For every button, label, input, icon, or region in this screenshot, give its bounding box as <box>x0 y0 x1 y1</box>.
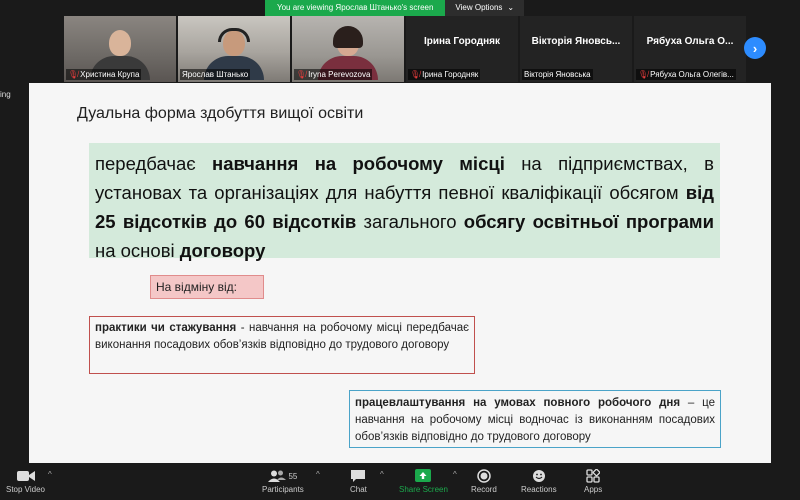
definition-bold: навчання на робочому місці <box>212 153 505 174</box>
screen-share-banner: You are viewing Ярослав Штанько's screen… <box>265 0 525 16</box>
reactions-button[interactable]: Reactions <box>521 467 557 494</box>
participant-strip: 🎙︎̸ Христина Крупа Ярослав Штанько 🎙︎̸ I… <box>64 16 748 82</box>
definition-bold: обсягу освітньої програми <box>463 211 714 232</box>
participant-tile-name: Рябуха Ольга О... <box>646 35 734 47</box>
participant-name-label: 🎙︎̸ Iryna Perevozova <box>294 69 373 80</box>
mic-muted-icon: 🎙︎̸ <box>296 70 307 79</box>
difference-label-box: На відміну від: <box>150 275 264 299</box>
participant-name-label: 🎙︎̸ Рябуха Ольга Олегів... <box>636 69 736 80</box>
participant-name: Христина Крупа <box>80 70 140 79</box>
shared-screen-slide: Дуальна форма здобуття вищої освіти пере… <box>29 83 771 463</box>
next-page-button[interactable]: › <box>744 37 766 59</box>
video-camera-icon <box>16 467 35 485</box>
internship-term: практики чи стажування <box>95 322 237 334</box>
participant-tile[interactable]: Рябуха Ольга О... 🎙︎̸ Рябуха Ольга Олегі… <box>634 16 746 82</box>
participant-name-label: 🎙︎̸ Ірина Городняк <box>408 69 481 80</box>
participant-tile[interactable]: 🎙︎̸ Iryna Perevozova <box>292 16 404 82</box>
definition-text: передбачає <box>95 153 213 174</box>
internship-box: практики чи стажування - навчання на роб… <box>89 316 475 374</box>
chat-label: Chat <box>350 485 367 494</box>
share-screen-label: Share Screen <box>399 485 448 494</box>
mic-muted-icon: 🎙︎̸ <box>638 70 649 79</box>
definition-text: на основі <box>95 240 180 261</box>
person-face <box>109 30 131 56</box>
video-options-caret-icon[interactable]: ^ <box>48 470 52 479</box>
record-icon <box>477 467 491 485</box>
apps-button[interactable]: Apps <box>584 467 602 494</box>
participant-tile-active-speaker[interactable]: Ярослав Штанько <box>178 16 290 82</box>
chat-button[interactable]: Chat <box>350 467 367 494</box>
participant-name: Рябуха Ольга Олегів... <box>650 70 734 79</box>
apps-icon <box>586 467 601 485</box>
share-screen-icon <box>415 467 432 485</box>
chat-bubble-icon <box>350 467 366 485</box>
participant-tile-name: Вікторія Яновсь... <box>531 35 621 47</box>
record-button[interactable]: Record <box>471 467 497 494</box>
chat-options-caret-icon[interactable]: ^ <box>380 470 384 479</box>
reactions-icon <box>532 467 546 485</box>
participant-tile[interactable]: Ірина Городняк 🎙︎̸ Ірина Городняк <box>406 16 518 82</box>
participants-button[interactable]: 55 Participants <box>262 467 304 494</box>
participants-label: Participants <box>262 485 304 494</box>
zoom-window: You are viewing Ярослав Штанько's screen… <box>0 0 800 500</box>
participant-tile[interactable]: 🎙︎̸ Христина Крупа <box>64 16 176 82</box>
participants-count: 55 <box>288 471 298 481</box>
share-options-caret-icon[interactable]: ^ <box>453 470 457 479</box>
participant-tile[interactable]: Вікторія Яновсь... Вікторія Яновська <box>520 16 632 82</box>
side-panel-text: ing <box>0 90 11 99</box>
viewing-notice: You are viewing Ярослав Штанько's screen <box>265 0 446 16</box>
record-label: Record <box>471 485 497 494</box>
reactions-label: Reactions <box>521 485 557 494</box>
mic-muted-icon: 🎙︎̸ <box>410 70 421 79</box>
participant-name-label: Ярослав Штанько <box>180 69 251 80</box>
person-hair <box>333 26 363 48</box>
participants-icon: 55 <box>268 467 297 485</box>
view-options-button[interactable]: View Options ⌄ <box>445 0 525 16</box>
employment-term: працевлаштування на умовах повного робоч… <box>355 397 681 409</box>
chevron-down-icon: ⌄ <box>507 3 515 12</box>
participant-tile-name: Ірина Городняк <box>423 35 500 47</box>
chevron-right-icon: › <box>752 40 758 56</box>
view-options-label: View Options <box>455 3 503 12</box>
participant-name: Ярослав Штанько <box>182 70 249 79</box>
participant-name: Ірина Городняк <box>422 70 479 79</box>
stop-video-label: Stop Video <box>6 485 45 494</box>
mic-muted-icon: 🎙︎̸ <box>68 70 79 79</box>
participant-name: Вікторія Яновська <box>524 70 591 79</box>
definition-bold: договору <box>179 240 266 261</box>
participant-name: Iryna Perevozova <box>308 70 371 79</box>
participant-name-label: 🎙︎̸ Христина Крупа <box>66 69 142 80</box>
share-screen-button[interactable]: Share Screen <box>399 467 448 494</box>
meeting-toolbar: Stop Video ^ 55 Participants ^ Chat ^ Sh… <box>0 464 800 500</box>
employment-box: працевлаштування на умовах повного робоч… <box>349 390 721 448</box>
apps-label: Apps <box>584 485 603 494</box>
definition-box: передбачає навчання на робочому місці на… <box>89 143 720 261</box>
slide-title: Дуальна форма здобуття вищої освіти <box>77 105 364 122</box>
participant-name-label: Вікторія Яновська <box>522 69 593 80</box>
definition-text: загального <box>356 211 464 232</box>
participants-options-caret-icon[interactable]: ^ <box>316 470 320 479</box>
stop-video-button[interactable]: Stop Video <box>6 467 45 494</box>
